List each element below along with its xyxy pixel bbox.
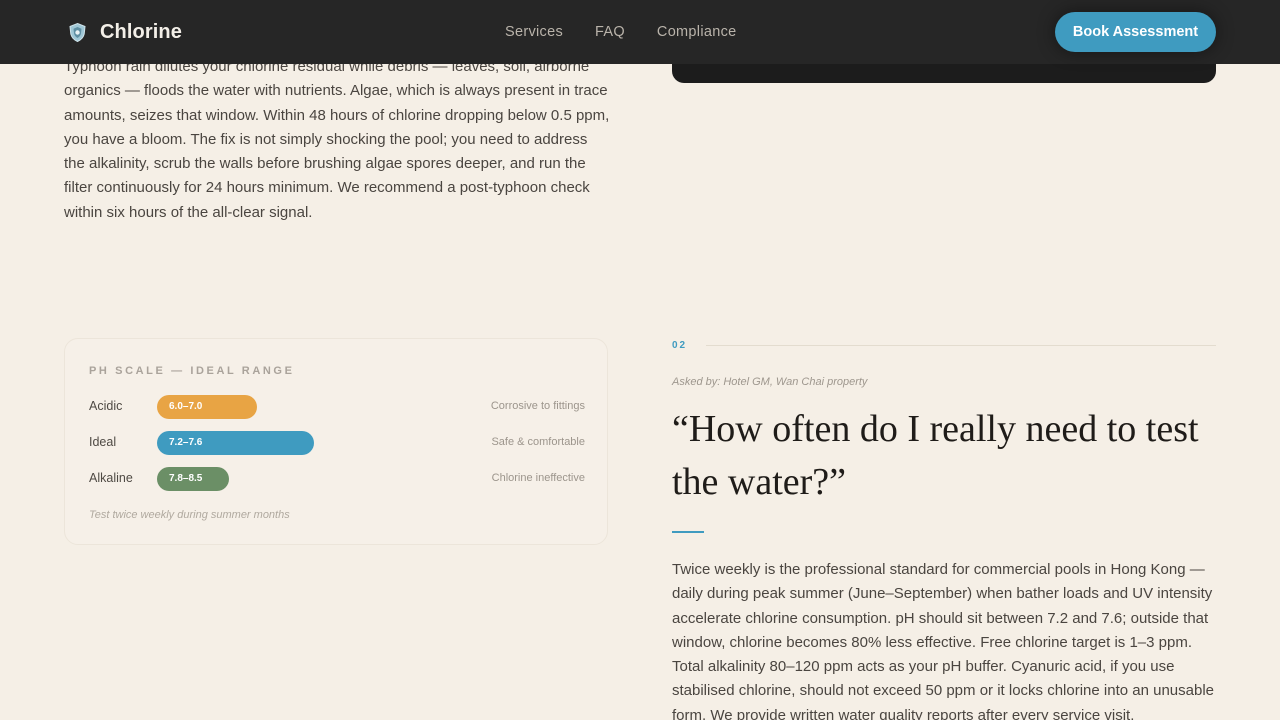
ph-row-label: Ideal xyxy=(89,435,117,449)
ph-card-title: PH SCALE — IDEAL RANGE xyxy=(89,365,295,377)
ph-row-label: Alkaline xyxy=(89,471,133,485)
ph-row-note: Corrosive to fittings xyxy=(490,400,585,412)
ph-card-footnote: Test twice weekly during summer months xyxy=(89,509,290,521)
ph-row-alkaline: Alkaline 7.8–8.5 Chlorine ineffective xyxy=(89,467,585,491)
faq-answer: Twice weekly is the professional standar… xyxy=(672,561,1214,720)
book-assessment-button[interactable]: Book Assessment xyxy=(1055,12,1216,52)
brand-name: Chlorine xyxy=(100,21,182,43)
brand[interactable]: Chlorine xyxy=(67,21,182,44)
ph-range-bar: 7.2–7.6 xyxy=(157,431,314,455)
divider xyxy=(706,345,1216,346)
nav-link-compliance[interactable]: Compliance xyxy=(657,24,737,40)
ph-row-note: Safe & comfortable xyxy=(491,436,585,448)
shield-logo-icon xyxy=(67,22,88,43)
ph-row-note: Chlorine ineffective xyxy=(491,472,585,484)
nav-link-faq[interactable]: FAQ xyxy=(595,24,625,40)
faq-question: “How often do I really need to test the … xyxy=(672,408,1199,503)
faq-number: 02 xyxy=(672,340,688,351)
accent-divider xyxy=(672,531,704,533)
ph-row-label: Acidic xyxy=(89,399,123,413)
article-paragraph: Typhoon rain dilutes your chlorine resid… xyxy=(64,58,610,221)
ph-range-bar: 7.8–8.5 xyxy=(157,467,229,491)
nav-link-services[interactable]: Services xyxy=(505,24,563,40)
site-header: Chlorine Services FAQ Compliance Book As… xyxy=(0,0,1280,64)
main-nav: Services FAQ Compliance xyxy=(505,24,737,40)
faq-asked-by: Asked by: Hotel GM, Wan Chai property xyxy=(672,376,868,388)
ph-scale-card: PH SCALE — IDEAL RANGE Acidic 6.0–7.0 Co… xyxy=(64,338,608,545)
ph-range-bar: 6.0–7.0 xyxy=(157,395,257,419)
ph-row-acidic: Acidic 6.0–7.0 Corrosive to fittings xyxy=(89,395,585,419)
ph-row-ideal: Ideal 7.2–7.6 Safe & comfortable xyxy=(89,431,585,455)
